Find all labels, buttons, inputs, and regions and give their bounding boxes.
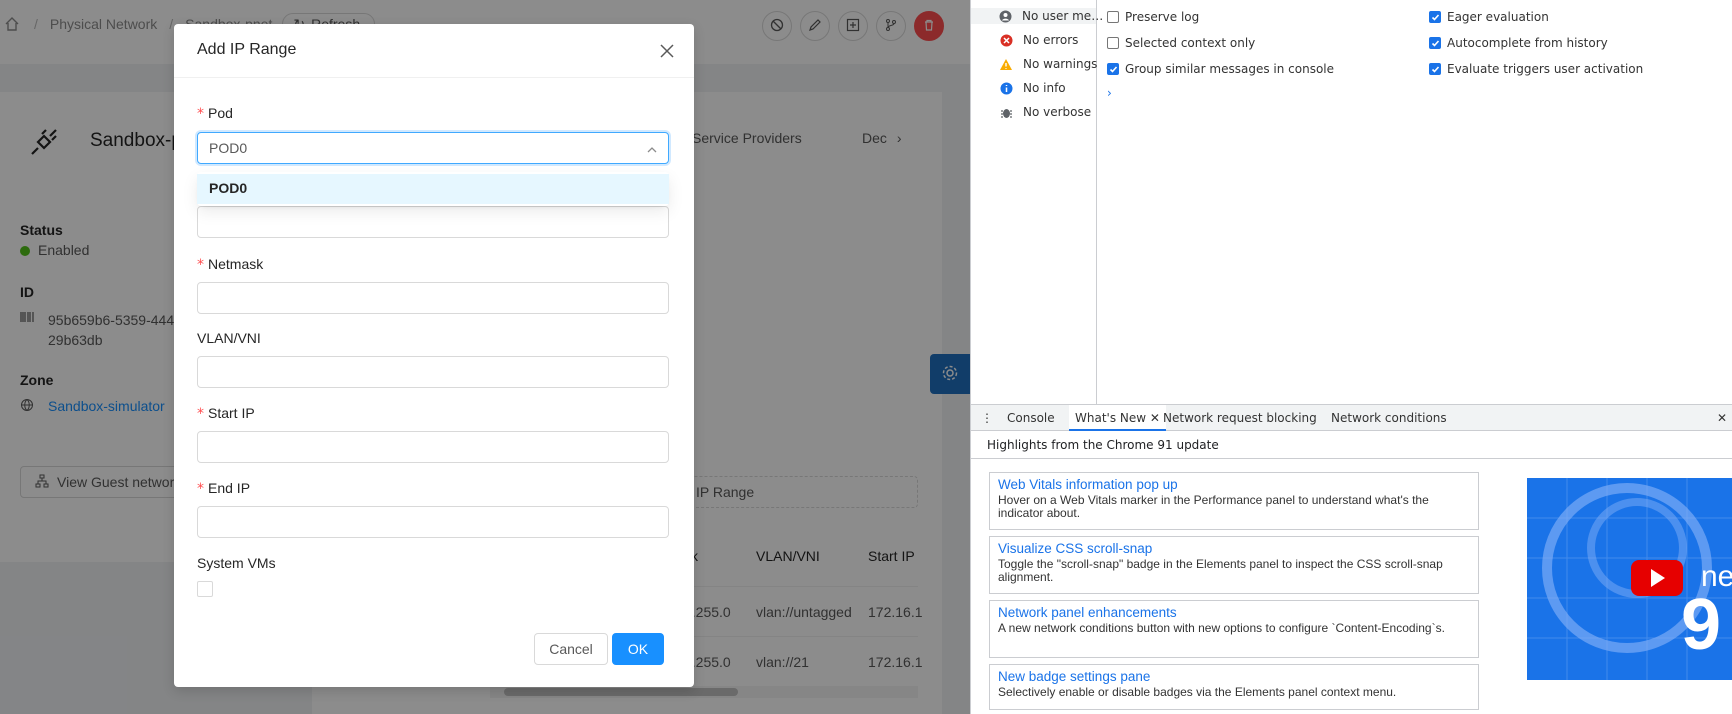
evaluate-triggers-option[interactable]: Evaluate triggers user activation <box>1429 62 1643 76</box>
card-title[interactable]: Visualize CSS scroll-snap <box>998 541 1470 556</box>
whats-new-card[interactable]: Web Vitals information pop up Hover on a… <box>989 472 1479 530</box>
group-similar-checkbox[interactable] <box>1107 63 1119 75</box>
whats-new-card[interactable]: Visualize CSS scroll-snap Toggle the "sc… <box>989 536 1479 594</box>
system-vms-checkbox[interactable] <box>197 581 213 597</box>
add-ip-range-dialog: Add IP Range * Pod POD0 POD0 * Netmask VLA… <box>174 24 694 687</box>
autocomplete-option[interactable]: Autocomplete from history <box>1429 36 1608 50</box>
whats-new-header: Highlights from the Chrome 91 update <box>987 438 1219 452</box>
end-ip-input[interactable] <box>197 506 669 538</box>
preserve-log-checkbox[interactable] <box>1107 11 1119 23</box>
selected-context-option[interactable]: Selected context only <box>1107 36 1255 50</box>
netmask-label: * Netmask <box>197 256 264 273</box>
vlan-input[interactable] <box>197 356 669 388</box>
drawer-tab-console[interactable]: Console <box>1007 411 1055 425</box>
evaluate-triggers-checkbox[interactable] <box>1429 63 1441 75</box>
pod-selected-value: POD0 <box>209 140 248 156</box>
gateway-input[interactable] <box>197 206 669 238</box>
vlan-label: VLAN/VNI <box>197 330 261 346</box>
sidebar-item-errors[interactable]: No errors <box>999 32 1078 48</box>
ok-button[interactable]: OK <box>612 633 664 665</box>
sidebar-item-info[interactable]: No info <box>999 80 1066 96</box>
close-drawer-icon[interactable]: ✕ <box>1717 411 1727 425</box>
system-vms-label: System VMs <box>197 555 276 571</box>
whats-new-video-thumbnail[interactable]: ne 9 <box>1527 478 1732 680</box>
sidebar-item-warnings[interactable]: No warnings <box>999 56 1097 72</box>
dialog-title: Add IP Range <box>197 41 297 58</box>
dialog-header: Add IP Range <box>174 24 694 78</box>
pod-option[interactable]: POD0 <box>197 174 669 204</box>
video-number: 9 <box>1681 585 1722 665</box>
card-description: Toggle the "scroll-snap" badge in the El… <box>998 557 1443 584</box>
close-icon[interactable] <box>658 42 676 60</box>
selected-context-checkbox[interactable] <box>1107 37 1119 49</box>
app-window: / Physical Network / Sandbox-pnet ↻ Refr… <box>0 0 970 714</box>
start-ip-label: * Start IP <box>197 405 255 422</box>
drawer-tab-whats-new[interactable]: What's New ✕ <box>1069 405 1166 431</box>
chevron-up-icon <box>646 143 658 155</box>
warning-icon <box>999 57 1013 71</box>
eager-evaluation-option[interactable]: Eager evaluation <box>1429 10 1549 24</box>
card-title[interactable]: Web Vitals information pop up <box>998 477 1470 492</box>
netmask-input[interactable] <box>197 282 669 314</box>
sidebar-item-user-messages[interactable]: No user me… <box>971 8 1103 24</box>
devtools-panel: No user me… No errors No warnings No inf… <box>970 0 1732 714</box>
drawer-tab-network-request-blocking[interactable]: Network request blocking <box>1163 411 1317 425</box>
card-description: A new network conditions button with new… <box>998 621 1445 635</box>
console-sidebar: No user me… No errors No warnings No inf… <box>971 0 1103 404</box>
drawer-tabbar: ⋮ Console What's New ✕ Network request b… <box>971 404 1732 431</box>
user-icon <box>999 9 1012 23</box>
card-title[interactable]: Network panel enhancements <box>998 605 1470 620</box>
pod-select[interactable]: POD0 <box>197 132 669 164</box>
card-description: Selectively enable or disable badges via… <box>998 685 1397 699</box>
start-ip-input[interactable] <box>197 431 669 463</box>
pod-label: * Pod <box>197 105 233 122</box>
error-icon <box>999 33 1013 47</box>
drawer-tab-network-conditions[interactable]: Network conditions <box>1331 411 1447 425</box>
whats-new-card[interactable]: New badge settings pane Selectively enab… <box>989 664 1479 710</box>
sidebar-item-verbose[interactable]: No verbose <box>999 104 1091 120</box>
close-icon[interactable]: ✕ <box>1150 411 1160 425</box>
bug-icon <box>999 105 1013 119</box>
info-icon <box>999 81 1013 95</box>
group-similar-option[interactable]: Group similar messages in console <box>1107 62 1334 76</box>
card-title[interactable]: New badge settings pane <box>998 669 1470 684</box>
card-description: Hover on a Web Vitals marker in the Perf… <box>998 493 1429 520</box>
whats-new-card[interactable]: Network panel enhancements A new network… <box>989 600 1479 658</box>
pod-dropdown: POD0 <box>197 172 669 206</box>
cancel-button[interactable]: Cancel <box>534 633 608 665</box>
autocomplete-checkbox[interactable] <box>1429 37 1441 49</box>
drawer-menu-icon[interactable]: ⋮ <box>981 411 993 425</box>
preserve-log-option[interactable]: Preserve log <box>1107 10 1199 24</box>
console-prompt[interactable]: › <box>1107 86 1112 100</box>
eager-evaluation-checkbox[interactable] <box>1429 11 1441 23</box>
end-ip-label: * End IP <box>197 480 251 497</box>
